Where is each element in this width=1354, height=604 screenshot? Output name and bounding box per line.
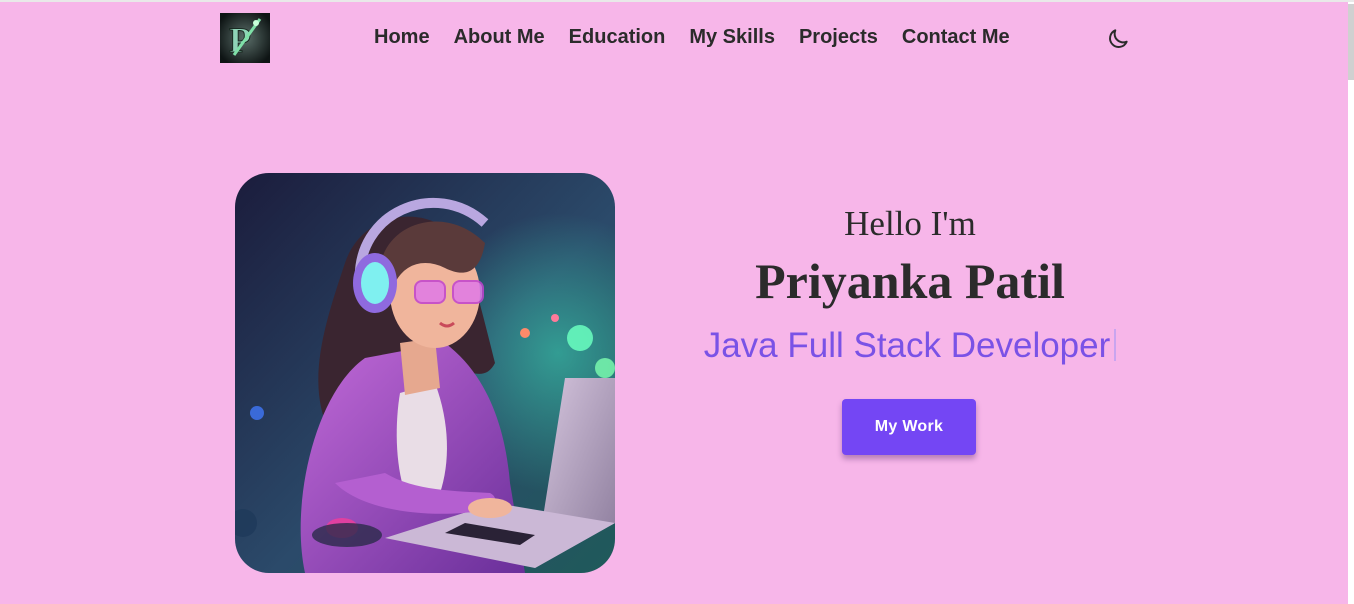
scrollbar[interactable]: [1348, 2, 1354, 604]
nav-contact-me[interactable]: Contact Me: [902, 26, 1010, 49]
nav-projects[interactable]: Projects: [799, 26, 878, 49]
my-work-button[interactable]: My Work: [842, 399, 976, 455]
logo-icon: P: [220, 13, 270, 63]
main-nav: Home About Me Education My Skills Projec…: [374, 26, 1034, 49]
role-text: Java Full Stack Developer: [703, 326, 1111, 365]
greeting: Hello I'm: [844, 204, 976, 243]
typing-cursor: [1114, 329, 1117, 361]
theme-toggle-button[interactable]: [1105, 26, 1131, 52]
logo[interactable]: P: [220, 13, 270, 63]
page: P Home About Me Education My Skills Proj…: [0, 0, 1354, 604]
hero-text: Hello I'm Priyanka Patil Java Full Stack…: [680, 202, 1140, 368]
nav-about-me[interactable]: About Me: [454, 26, 545, 49]
scrollbar-thumb[interactable]: [1348, 4, 1354, 80]
developer-illustration: [235, 173, 615, 573]
hero-image: [235, 173, 615, 573]
svg-text:P: P: [229, 20, 251, 60]
hero-name: Priyanka Patil: [755, 253, 1065, 309]
moon-icon: [1109, 29, 1128, 48]
nav-home[interactable]: Home: [374, 26, 430, 49]
nav-my-skills[interactable]: My Skills: [689, 26, 775, 49]
role-line: Java Full Stack Developer: [680, 324, 1140, 368]
nav-education[interactable]: Education: [569, 26, 666, 49]
